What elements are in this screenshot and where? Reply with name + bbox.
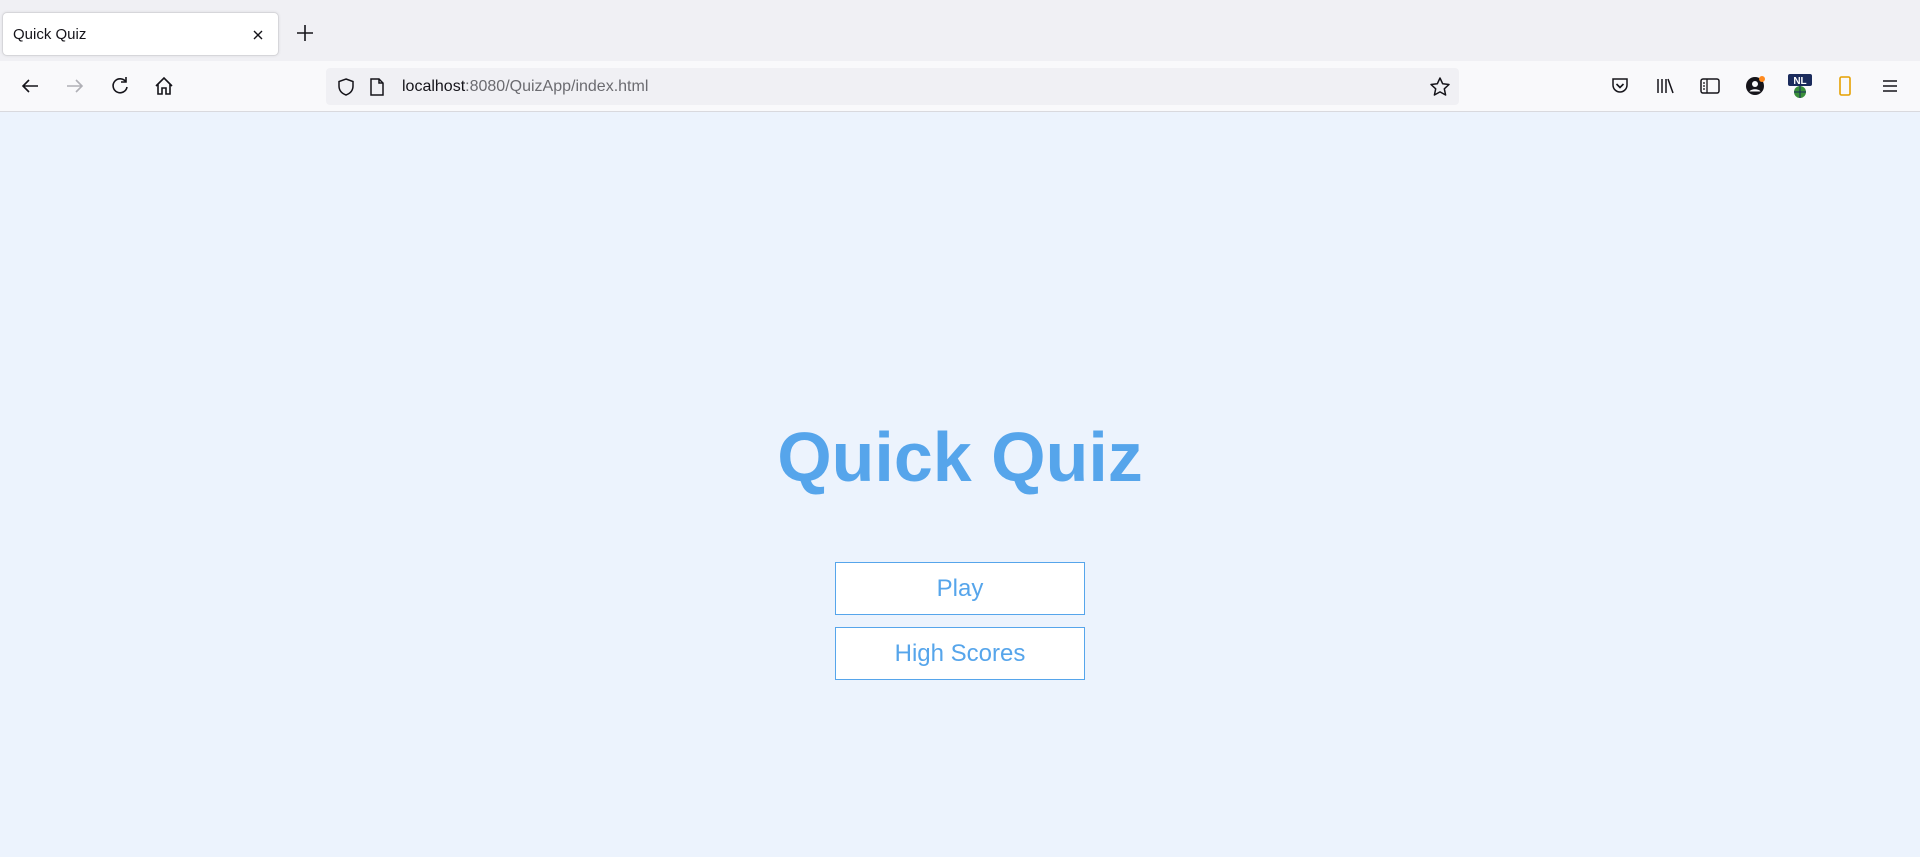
new-tab-plus-icon[interactable] xyxy=(294,22,316,44)
pocket-icon[interactable] xyxy=(1607,73,1633,99)
forward-arrow-icon[interactable] xyxy=(62,73,88,99)
url-host: localhost xyxy=(402,78,466,95)
url-path: :8080/QuizApp/index.html xyxy=(465,78,649,95)
shield-icon[interactable] xyxy=(336,77,356,97)
tab-title: Quick Quiz xyxy=(13,26,87,43)
page-content: Quick Quiz Play High Scores xyxy=(0,112,1920,857)
home-icon[interactable] xyxy=(151,73,177,99)
page-title: Quick Quiz xyxy=(777,418,1143,496)
extension-nl-icon[interactable]: NL xyxy=(1787,73,1813,99)
page-info-icon[interactable] xyxy=(368,77,386,97)
play-button[interactable]: Play xyxy=(835,562,1085,615)
bookmark-star-icon[interactable] xyxy=(1429,76,1451,98)
url-text[interactable]: localhost:8080/QuizApp/index.html xyxy=(402,78,648,96)
nav-toolbar: localhost:8080/QuizApp/index.html NL xyxy=(0,61,1920,112)
back-arrow-icon[interactable] xyxy=(17,73,43,99)
extension-nl-badge-text: NL xyxy=(1793,76,1806,87)
tab-quick-quiz[interactable]: Quick Quiz xyxy=(2,12,279,56)
hamburger-menu-icon[interactable] xyxy=(1877,73,1903,99)
high-scores-button[interactable]: High Scores xyxy=(835,627,1085,680)
reload-icon[interactable] xyxy=(107,73,133,99)
url-bar[interactable]: localhost:8080/QuizApp/index.html xyxy=(326,68,1459,105)
close-icon[interactable] xyxy=(250,27,266,43)
account-icon[interactable] xyxy=(1742,73,1768,99)
tab-strip: Quick Quiz xyxy=(0,0,1920,61)
sidebar-icon[interactable] xyxy=(1697,73,1723,99)
library-icon[interactable] xyxy=(1652,73,1678,99)
mobile-device-icon[interactable] xyxy=(1832,73,1858,99)
